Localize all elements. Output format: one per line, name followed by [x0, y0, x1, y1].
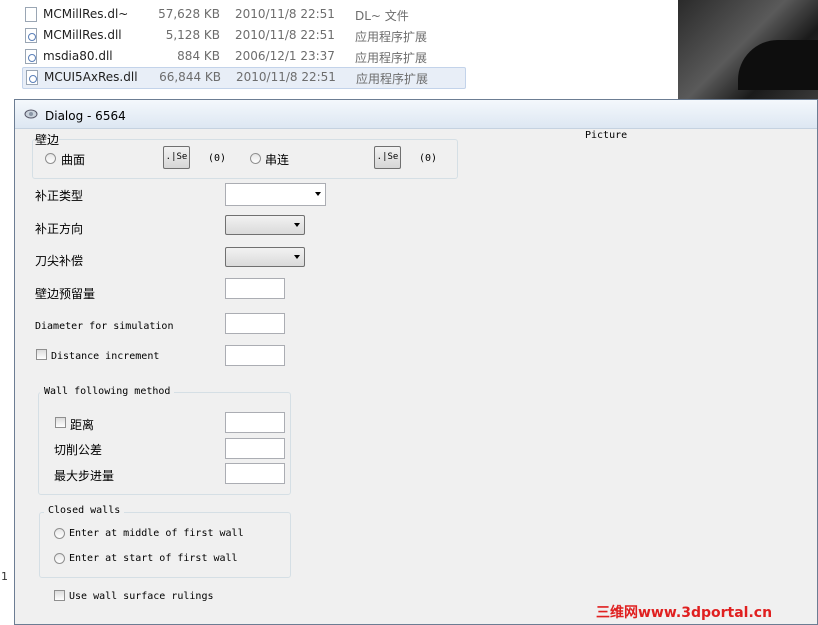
diameter-label: Diameter for simulation [35, 321, 174, 332]
watermark-text: 三维网www.3dportal.cn [596, 605, 773, 621]
distance-increment-checkbox[interactable] [36, 349, 47, 360]
surface-label: 曲面 [61, 153, 86, 167]
chain-count: (0) [419, 153, 438, 164]
closed-walls-title: Closed walls [44, 505, 125, 516]
file-list: MCMillRes.dl~ 57,628 KB 2010/11/8 22:51 … [0, 0, 678, 100]
enter-middle-label: Enter at middle of first wall [69, 528, 244, 539]
distance-label: 距离 [70, 418, 95, 432]
file-date: 2006/12/1 23:37 [235, 49, 335, 63]
chain-radio[interactable] [250, 153, 261, 164]
dll-file-icon [26, 70, 38, 85]
file-type: 应用程序扩展 [355, 51, 428, 65]
tip-comp-label: 刀尖补偿 [35, 254, 84, 268]
wall-group-title: 壁边 [35, 131, 60, 148]
chevron-down-icon [315, 192, 321, 196]
file-type: 应用程序扩展 [355, 30, 428, 44]
distance-increment-input[interactable] [225, 345, 285, 366]
file-size: 884 KB [177, 49, 220, 63]
diameter-input[interactable] [225, 313, 285, 334]
file-type: 应用程序扩展 [356, 72, 429, 86]
dialog-window: Dialog - 6564 Picture 壁边 曲面 .|Se (0) 串连 … [14, 99, 818, 625]
desktop-wallpaper [678, 0, 818, 100]
closed-walls-group [39, 512, 291, 578]
file-size: 66,844 KB [159, 70, 221, 84]
dll-file-icon [25, 28, 37, 43]
surface-count: (0) [208, 153, 227, 164]
distance-checkbox[interactable] [55, 417, 66, 428]
surface-radio[interactable] [45, 153, 56, 164]
wall-following-title: Wall following method [40, 386, 175, 397]
rulings-label: Use wall surface rulings [69, 591, 214, 602]
chevron-down-icon [294, 255, 300, 259]
file-name: MCMillRes.dl~ [43, 7, 129, 21]
file-icon [25, 7, 37, 22]
file-row[interactable]: MCMillRes.dl~ 57,628 KB 2010/11/8 22:51 … [22, 5, 464, 25]
cut-tolerance-label: 切削公差 [54, 443, 103, 457]
file-row[interactable]: MCMillRes.dll 5,128 KB 2010/11/8 22:51 应… [22, 26, 464, 46]
dialog-title: Dialog - 6564 [45, 109, 126, 123]
enter-start-radio[interactable] [54, 553, 65, 564]
file-row[interactable]: msdia80.dll 884 KB 2006/12/1 23:37 应用程序扩… [22, 47, 464, 67]
strip-text: 1 [1, 570, 8, 583]
enter-start-label: Enter at start of first wall [69, 553, 238, 564]
wall-stock-label: 壁边预留量 [35, 287, 96, 301]
file-date: 2010/11/8 22:51 [236, 70, 336, 84]
distance-input[interactable] [225, 412, 285, 433]
comp-type-dropdown[interactable] [225, 183, 326, 206]
file-size: 5,128 KB [165, 28, 220, 42]
chain-label: 串连 [265, 153, 290, 167]
wall-stock-input[interactable] [225, 278, 285, 299]
file-date: 2010/11/8 22:51 [235, 28, 335, 42]
app-icon [24, 109, 38, 119]
comp-type-label: 补正类型 [35, 189, 84, 203]
rulings-checkbox[interactable] [54, 590, 65, 601]
enter-middle-radio[interactable] [54, 528, 65, 539]
max-step-label: 最大步进量 [54, 469, 115, 483]
tip-comp-dropdown[interactable] [225, 247, 305, 267]
chain-select-button[interactable]: .|Se [374, 146, 401, 169]
file-date: 2010/11/8 22:51 [235, 7, 335, 21]
background-window-strip: 1 [0, 100, 15, 625]
file-row-selected[interactable]: MCUI5AxRes.dll 66,844 KB 2010/11/8 22:51… [22, 67, 466, 89]
surface-select-button[interactable]: .|Se [163, 146, 190, 169]
file-type: DL~ 文件 [355, 9, 409, 23]
cut-tolerance-input[interactable] [225, 438, 285, 459]
chevron-down-icon [294, 223, 300, 227]
comp-dir-label: 补正方向 [35, 222, 84, 236]
distance-increment-label: Distance increment [51, 351, 160, 362]
dialog-client-area: Picture 壁边 曲面 .|Se (0) 串连 .|Se (0) 补正类型 … [15, 129, 817, 624]
picture-label: Picture [585, 130, 628, 141]
file-size: 57,628 KB [158, 7, 220, 21]
title-bar[interactable]: Dialog - 6564 [15, 100, 817, 129]
dll-file-icon [25, 49, 37, 64]
max-step-input[interactable] [225, 463, 285, 484]
comp-dir-dropdown[interactable] [225, 215, 305, 235]
file-name: MCMillRes.dll [43, 28, 122, 42]
file-name: msdia80.dll [43, 49, 113, 63]
